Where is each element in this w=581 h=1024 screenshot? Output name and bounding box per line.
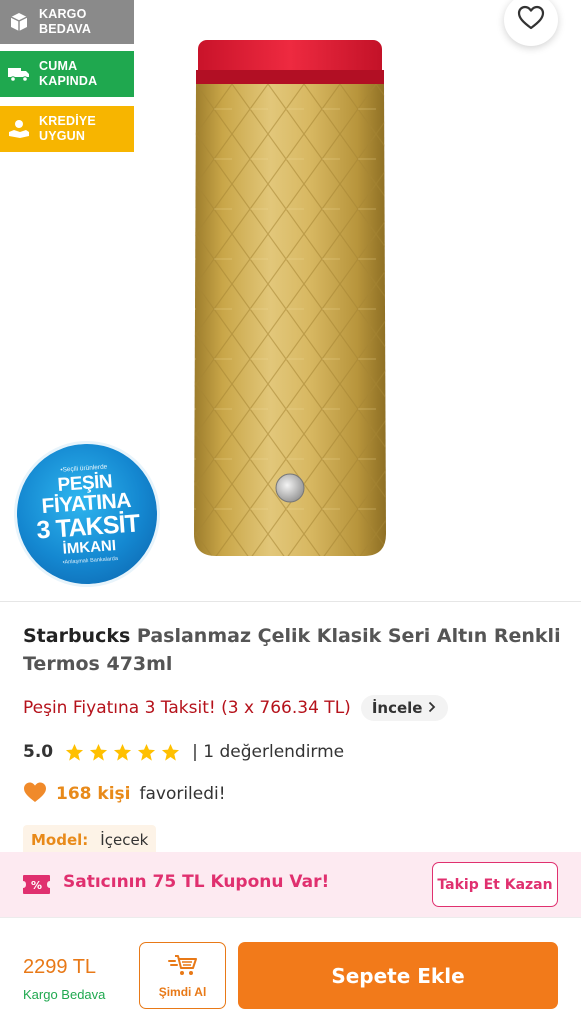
favorites-row: 168 kişi favoriledi!	[23, 780, 226, 808]
follow-and-earn-button[interactable]: Takip Et Kazan	[432, 862, 558, 907]
star-rating	[65, 743, 180, 762]
chevron-right-icon	[428, 699, 436, 717]
badge-line-1: CUMA	[39, 59, 78, 73]
favorite-text: favoriledi!	[139, 784, 226, 804]
star-icon	[114, 743, 132, 761]
inspect-button[interactable]: İncele	[360, 695, 449, 721]
review-count[interactable]: | 1 değerlendirme	[192, 742, 344, 762]
promo-bottom-text: •Anlaşmalı Bankalarda	[62, 555, 119, 566]
brand-name[interactable]: Starbucks	[23, 625, 130, 647]
inspect-label: İncele	[371, 699, 423, 717]
badge-line-2: KAPINDA	[39, 74, 98, 88]
model-attribute-chip[interactable]: Model: İçecek	[23, 825, 157, 853]
orange-heart-icon	[23, 781, 47, 807]
coupon-text: Satıcının 75 TL Kuponu Var!	[63, 872, 330, 892]
badge-line-1: KREDİYE	[39, 114, 96, 128]
star-icon	[138, 743, 156, 761]
model-label: Model:	[31, 831, 89, 849]
installment-text: Peşin Fiyatına 3 Taksit! (3 x 766.34 TL)	[23, 698, 351, 718]
free-shipping-badge: KARGO BEDAVA	[0, 0, 134, 44]
money-hand-icon	[8, 118, 30, 140]
cart-fast-icon	[167, 953, 198, 981]
box-icon	[8, 11, 30, 33]
favorite-button[interactable]	[504, 0, 558, 46]
model-value: İçecek	[100, 831, 149, 849]
star-icon	[162, 743, 180, 761]
add-to-cart-button[interactable]: Sepete Ekle	[238, 942, 558, 1009]
credit-eligible-badge: KREDİYE UYGUN	[0, 106, 134, 152]
bottom-action-bar: 2299 TL Kargo Bedava Şimdi Al Sepete Ekl…	[0, 917, 581, 1024]
badge-line-1: KARGO	[39, 7, 87, 21]
divider	[0, 601, 581, 602]
svg-text:%: %	[31, 879, 42, 892]
rating-row[interactable]: 5.0 | 1 değerlendirme	[23, 738, 344, 766]
heart-icon	[517, 5, 545, 35]
friday-delivery-badge: CUMA KAPINDA	[0, 51, 134, 97]
coupon-icon: %	[22, 874, 51, 895]
installment-row: Peşin Fiyatına 3 Taksit! (3 x 766.34 TL)…	[23, 694, 449, 722]
promo-line-4: İMKANI	[62, 536, 117, 558]
shipping-label: Kargo Bedava	[23, 987, 106, 1002]
buy-now-label: Şimdi Al	[158, 984, 207, 999]
installment-promo-sticker: •Seçili ürünlerde PEŞİN FİYATINA 3 TAKSİ…	[9, 436, 165, 592]
badge-line-2: BEDAVA	[39, 22, 92, 36]
badge-line-2: UYGUN	[39, 129, 86, 143]
favorite-count: 168 kişi	[56, 784, 131, 804]
coupon-banner: % Satıcının 75 TL Kuponu Var! Takip Et K…	[0, 852, 581, 917]
product-image-area: KARGO BEDAVA CUMA KAPINDA KREDİYE UYGUN	[0, 0, 581, 601]
product-photo	[194, 40, 386, 556]
truck-icon	[8, 63, 30, 85]
star-icon	[90, 743, 108, 761]
rating-score: 5.0	[23, 742, 54, 762]
buy-now-button[interactable]: Şimdi Al	[139, 942, 226, 1009]
product-title: Starbucks Paslanmaz Çelik Klasik Seri Al…	[23, 622, 563, 678]
price: 2299 TL	[23, 956, 97, 978]
star-icon	[66, 743, 84, 761]
